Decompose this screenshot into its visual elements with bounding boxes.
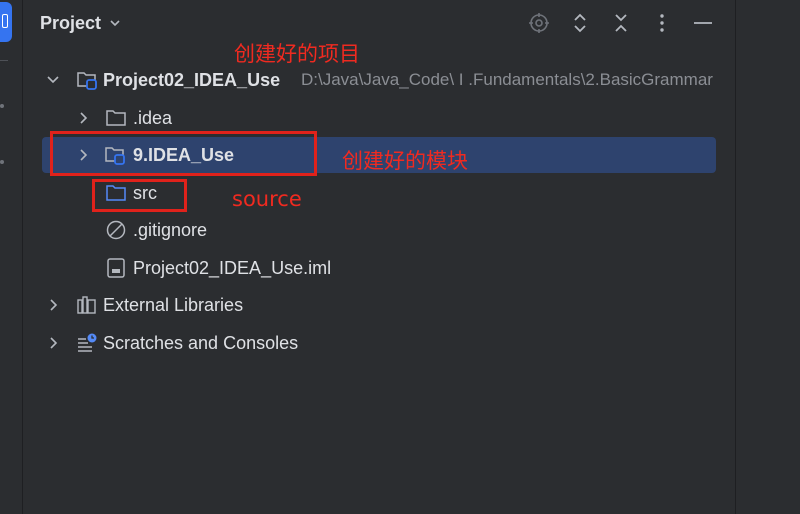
file-name: Project02_IDEA_Use.iml [133, 257, 332, 278]
chevron-down-icon[interactable] [46, 73, 60, 87]
module-annotation: 创建好的模块 [342, 149, 468, 173]
source-annotation: source [232, 187, 302, 211]
tree-row-external-libraries[interactable]: External Libraries [0, 287, 735, 323]
module-file-icon [107, 258, 125, 278]
project-name: Project02_IDEA_Use [103, 69, 281, 90]
folder-icon [106, 110, 126, 126]
tree-row-scratches[interactable]: Scratches and Consoles [0, 325, 735, 361]
libraries-label: External Libraries [103, 294, 244, 315]
scratches-label: Scratches and Consoles [103, 332, 299, 353]
more-icon[interactable] [651, 12, 673, 34]
folder-name: .idea [133, 107, 173, 128]
chevron-right-icon[interactable] [76, 111, 90, 125]
ignored-file-icon [106, 220, 126, 240]
tree-row-project[interactable]: Project02_IDEA_Use D:\Java\Java_Code\ I … [0, 62, 735, 98]
strip-dot-icon[interactable] [0, 160, 4, 164]
scratches-icon [78, 333, 97, 352]
src-highlight-box [92, 179, 187, 212]
project-path: D:\Java\Java_Code\ I .Fundamentals\2.Bas… [301, 70, 713, 89]
library-icon [77, 296, 96, 314]
project-annotation: 创建好的项目 [234, 42, 360, 66]
project-tool-icon [2, 14, 8, 28]
locate-icon[interactable] [528, 12, 550, 34]
panel-title[interactable]: Project [40, 13, 101, 34]
hide-icon[interactable] [692, 12, 714, 34]
module-highlight-box [50, 131, 317, 176]
tree-row-gitignore[interactable]: .gitignore [0, 212, 735, 248]
tree-row-iml[interactable]: Project02_IDEA_Use.iml [0, 250, 735, 286]
chevron-down-icon[interactable] [109, 17, 121, 29]
file-name: .gitignore [133, 219, 208, 240]
panel-divider [735, 0, 736, 514]
chevron-right-icon[interactable] [46, 336, 60, 350]
expand-icon[interactable] [569, 12, 591, 34]
panel-toolbar [528, 10, 733, 36]
panel-header: Project [40, 10, 121, 36]
collapse-icon[interactable] [610, 12, 632, 34]
chevron-right-icon[interactable] [46, 298, 60, 312]
project-tool-button[interactable] [0, 2, 12, 42]
strip-divider [0, 60, 8, 61]
module-folder-icon [77, 72, 97, 90]
